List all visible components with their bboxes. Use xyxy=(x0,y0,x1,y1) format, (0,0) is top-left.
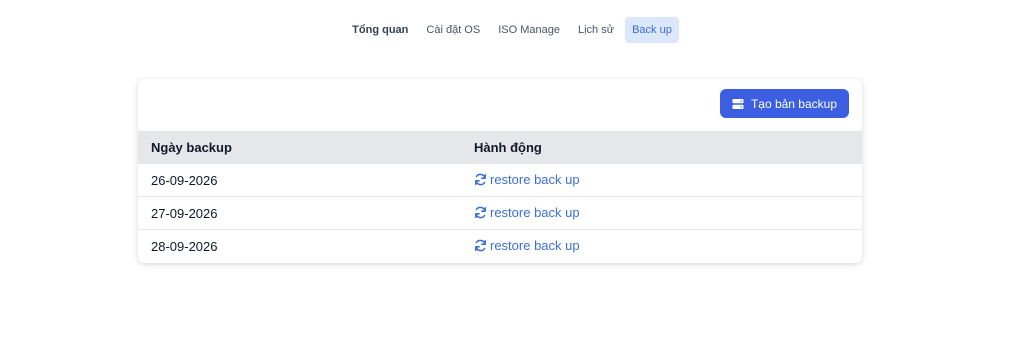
table-row: 27-09-2026 restore back up xyxy=(138,196,862,230)
backup-date: 27-09-2026 xyxy=(138,196,461,230)
restore-backup-link[interactable]: restore back up xyxy=(474,205,580,220)
restore-backup-link[interactable]: restore back up xyxy=(474,238,580,253)
refresh-icon xyxy=(474,173,487,186)
action-cell: restore back up xyxy=(461,196,862,230)
table-row: 28-09-2026 restore back up xyxy=(138,229,862,262)
restore-label: restore back up xyxy=(490,204,580,220)
restore-label: restore back up xyxy=(490,171,580,187)
tab-overview[interactable]: Tổng quan xyxy=(345,17,415,43)
tab-backup[interactable]: Back up xyxy=(625,17,679,43)
restore-label: restore back up xyxy=(490,237,580,253)
create-backup-label: Tạo bản backup xyxy=(750,96,837,111)
tab-history[interactable]: Lịch sử xyxy=(571,17,621,43)
create-backup-button[interactable]: Tạo bản backup xyxy=(719,89,849,118)
restore-backup-link[interactable]: restore back up xyxy=(474,172,580,187)
column-header-date: Ngày backup xyxy=(151,139,232,155)
table-header-row: Ngày backup Hành động xyxy=(138,131,862,164)
tab-iso-manage[interactable]: ISO Manage xyxy=(491,17,567,43)
column-header-action: Hành động xyxy=(474,139,542,155)
backup-card: Tạo bản backup Ngày backup Hành động 26-… xyxy=(138,79,862,263)
refresh-icon xyxy=(474,239,487,252)
backup-table: Ngày backup Hành động 26-09-2026 restore… xyxy=(138,131,862,262)
refresh-icon xyxy=(474,206,487,219)
backup-date: 28-09-2026 xyxy=(138,229,461,262)
table-row: 26-09-2026 restore back up xyxy=(138,163,862,197)
tab-os-install[interactable]: Cài đặt OS xyxy=(419,17,487,43)
backup-date: 26-09-2026 xyxy=(138,163,461,197)
action-cell: restore back up xyxy=(461,229,862,262)
action-cell: restore back up xyxy=(461,163,862,197)
backup-page: Tổng quan Cài đặt OS ISO Manage Lịch sử … xyxy=(0,0,1024,364)
server-icon xyxy=(732,98,744,110)
tab-bar: Tổng quan Cài đặt OS ISO Manage Lịch sử … xyxy=(0,17,1024,43)
